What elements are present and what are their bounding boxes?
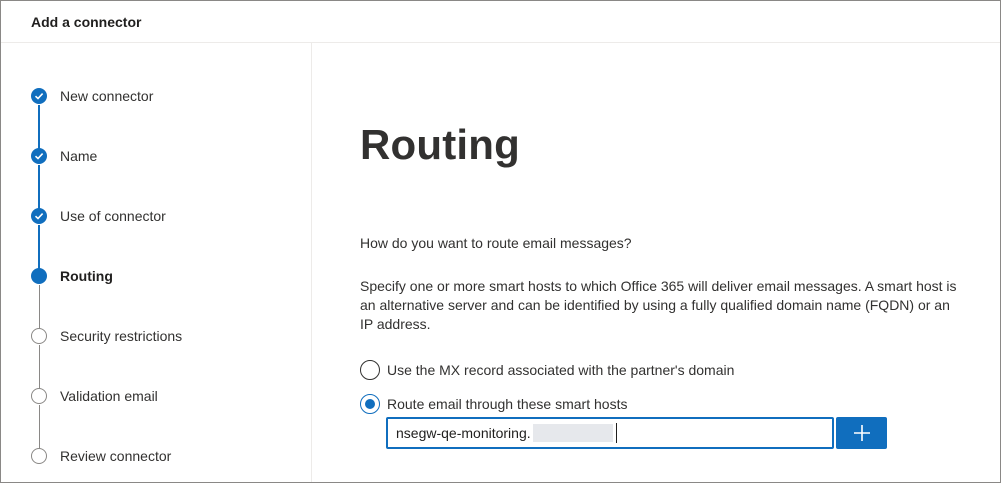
pending-step-icon xyxy=(31,388,47,404)
step-label: Routing xyxy=(60,268,113,284)
add-connector-dialog: Add a connector New connector Name Use o… xyxy=(0,0,1001,483)
checkmark-icon xyxy=(31,88,47,104)
radio-label: Route email through these smart hosts xyxy=(387,396,628,412)
radio-mx-record[interactable]: Use the MX record associated with the pa… xyxy=(360,360,734,380)
current-step-icon xyxy=(31,268,47,284)
smart-host-input[interactable]: nsegw-qe-monitoring. xyxy=(386,417,834,449)
radio-unchecked-icon xyxy=(360,360,380,380)
step-label: Review connector xyxy=(60,448,172,464)
routing-panel: Routing How do you want to route email m… xyxy=(312,43,1000,482)
add-smart-host-button[interactable] xyxy=(836,417,887,449)
plus-icon xyxy=(853,425,870,441)
step-routing[interactable]: Routing xyxy=(31,266,113,286)
checkmark-icon xyxy=(31,148,47,164)
routing-question: How do you want to route email messages? xyxy=(360,235,632,251)
step-label: New connector xyxy=(60,88,154,104)
step-connector xyxy=(38,165,40,209)
pending-step-icon xyxy=(31,328,47,344)
wizard-steps: New connector Name Use of connector Rout… xyxy=(1,43,312,482)
step-review-connector[interactable]: Review connector xyxy=(31,446,171,466)
step-connector xyxy=(39,345,40,389)
radio-checked-icon xyxy=(360,394,380,414)
step-security-restrictions[interactable]: Security restrictions xyxy=(31,326,182,346)
smart-host-value: nsegw-qe-monitoring. xyxy=(396,425,531,441)
page-title: Routing xyxy=(360,121,521,168)
step-name[interactable]: Name xyxy=(31,146,97,166)
step-connector xyxy=(39,285,40,329)
text-cursor xyxy=(615,423,617,443)
step-connector xyxy=(38,225,40,269)
redacted-text xyxy=(532,424,613,442)
step-label: Security restrictions xyxy=(60,328,183,344)
checkmark-icon xyxy=(31,208,47,224)
step-new-connector[interactable]: New connector xyxy=(31,86,153,106)
step-label: Use of connector xyxy=(60,208,166,224)
radio-smart-hosts[interactable]: Route email through these smart hosts xyxy=(360,394,627,414)
dialog-title: Add a connector xyxy=(1,1,1000,43)
pending-step-icon xyxy=(31,448,47,464)
radio-label: Use the MX record associated with the pa… xyxy=(387,362,735,378)
step-label: Name xyxy=(60,148,98,164)
routing-description: Specify one or more smart hosts to which… xyxy=(360,278,957,332)
step-validation-email[interactable]: Validation email xyxy=(31,386,158,406)
step-connector xyxy=(38,105,40,149)
step-label: Validation email xyxy=(60,388,158,404)
step-use-of-connector[interactable]: Use of connector xyxy=(31,206,166,226)
step-connector xyxy=(39,405,40,449)
